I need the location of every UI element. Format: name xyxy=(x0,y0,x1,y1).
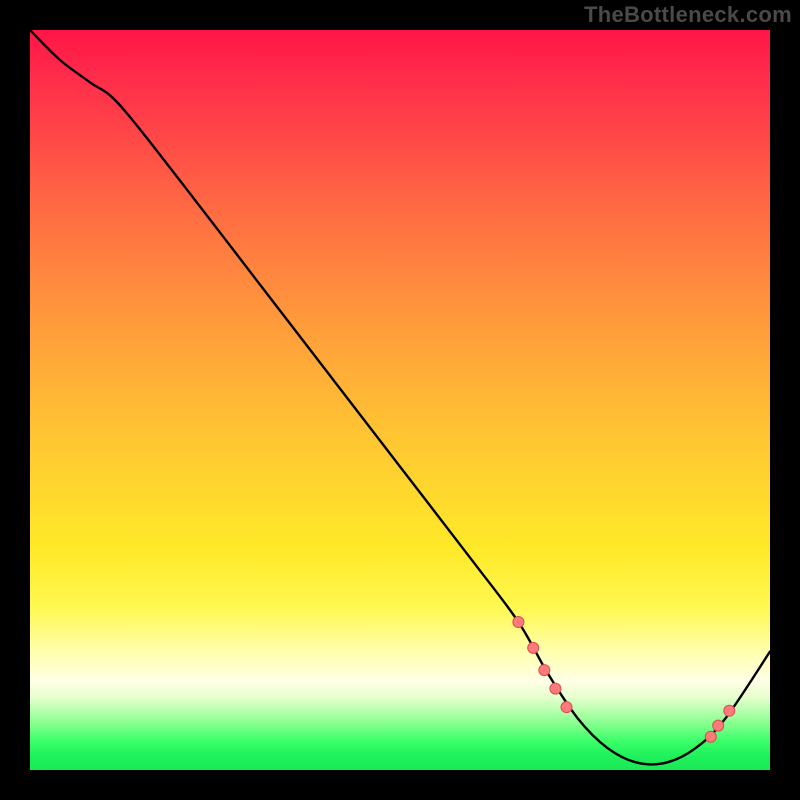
curve-marker xyxy=(705,731,716,742)
curve-marker xyxy=(724,705,735,716)
curve-marker xyxy=(528,642,539,653)
curve-markers xyxy=(30,30,770,770)
chart-frame: TheBottleneck.com xyxy=(0,0,800,800)
watermark-text: TheBottleneck.com xyxy=(584,2,792,28)
curve-marker xyxy=(713,720,724,731)
curve-marker xyxy=(539,665,550,676)
curve-marker xyxy=(513,617,524,628)
curve-marker xyxy=(561,702,572,713)
curve-marker xyxy=(550,683,561,694)
plot-area xyxy=(30,30,770,770)
